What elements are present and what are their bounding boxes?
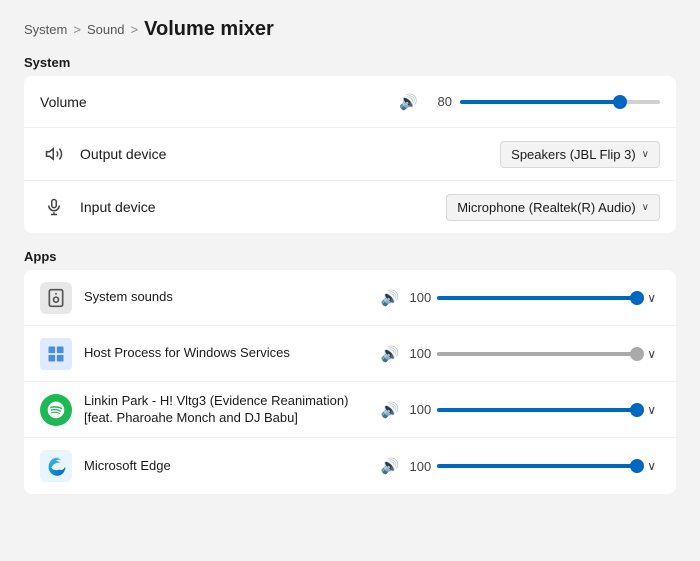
spotify-thumb[interactable] xyxy=(630,403,644,417)
input-device-chevron: ∨ xyxy=(642,202,649,213)
output-device-row: Output device Speakers (JBL Flip 3) ∨ xyxy=(24,128,676,181)
volume-thumb[interactable] xyxy=(613,95,627,109)
output-device-chevron: ∨ xyxy=(642,149,649,160)
output-device-label: Output device xyxy=(80,146,200,162)
breadcrumb: System > Sound > Volume mixer xyxy=(24,18,676,41)
spotify-track-name: Linkin Park - H! Vltg3 (Evidence Reanima… xyxy=(84,393,373,427)
edge-name: Microsoft Edge xyxy=(84,458,373,475)
volume-track[interactable] xyxy=(460,100,660,104)
output-device-icon xyxy=(40,140,68,168)
output-device-controls: Speakers (JBL Flip 3) ∨ xyxy=(500,141,660,168)
spotify-slider[interactable] xyxy=(437,408,637,412)
host-process-speaker-icon: 🔊 xyxy=(381,345,400,363)
app-row-system-sounds: System sounds 🔊 100 ∨ xyxy=(24,270,676,326)
app-row-spotify: Linkin Park - H! Vltg3 (Evidence Reanima… xyxy=(24,382,676,438)
system-sounds-slider[interactable] xyxy=(437,296,637,300)
volume-fill xyxy=(460,100,620,104)
volume-row: Volume 🔊 80 xyxy=(24,76,676,128)
breadcrumb-sep2: > xyxy=(131,22,139,37)
system-sounds-track[interactable] xyxy=(437,296,637,300)
system-section-label: System xyxy=(24,55,676,70)
spotify-track-line1: Linkin Park - H! Vltg3 (Evidence Reanima… xyxy=(84,393,348,408)
breadcrumb-sep1: > xyxy=(73,22,81,37)
host-process-expand[interactable]: ∨ xyxy=(643,345,660,363)
input-device-label: Input device xyxy=(80,199,200,215)
volume-controls: 🔊 80 xyxy=(399,93,660,111)
edge-volume: 100 xyxy=(405,459,431,474)
host-process-fill xyxy=(437,352,637,356)
breadcrumb-page: Volume mixer xyxy=(144,18,274,41)
system-sounds-icon xyxy=(40,282,72,314)
edge-icon xyxy=(40,450,72,482)
breadcrumb-system[interactable]: System xyxy=(24,22,67,37)
host-process-slider[interactable] xyxy=(437,352,637,356)
host-process-volume: 100 xyxy=(405,346,431,361)
spotify-fill xyxy=(437,408,637,412)
volume-speaker-icon: 🔊 xyxy=(399,93,418,111)
spotify-track[interactable] xyxy=(437,408,637,412)
edge-thumb[interactable] xyxy=(630,459,644,473)
edge-slider[interactable] xyxy=(437,464,637,468)
spotify-track-line2: [feat. Pharoahe Monch and DJ Babu] xyxy=(84,410,298,425)
output-device-value: Speakers (JBL Flip 3) xyxy=(511,147,636,162)
input-device-dropdown[interactable]: Microphone (Realtek(R) Audio) ∨ xyxy=(446,194,660,221)
volume-slider[interactable] xyxy=(460,100,660,104)
app-row-host-process: Host Process for Windows Services 🔊 100 … xyxy=(24,326,676,382)
system-section: System Volume 🔊 80 xyxy=(24,55,676,233)
apps-section-label: Apps xyxy=(24,249,676,264)
spotify-icon xyxy=(40,394,72,426)
spotify-volume: 100 xyxy=(405,402,431,417)
host-process-controls: 🔊 100 ∨ xyxy=(381,345,660,363)
spotify-speaker-icon: 🔊 xyxy=(381,401,400,419)
input-device-controls: Microphone (Realtek(R) Audio) ∨ xyxy=(446,194,660,221)
system-sounds-volume: 100 xyxy=(405,290,431,305)
system-sounds-thumb[interactable] xyxy=(630,291,644,305)
host-process-name: Host Process for Windows Services xyxy=(84,345,373,362)
input-device-value: Microphone (Realtek(R) Audio) xyxy=(457,200,635,215)
host-process-icon xyxy=(40,338,72,370)
host-process-track[interactable] xyxy=(437,352,637,356)
volume-label: Volume xyxy=(40,94,160,110)
edge-track[interactable] xyxy=(437,464,637,468)
system-sounds-name: System sounds xyxy=(84,289,373,306)
edge-fill xyxy=(437,464,637,468)
input-device-icon xyxy=(40,193,68,221)
apps-card: System sounds 🔊 100 ∨ xyxy=(24,270,676,494)
volume-value: 80 xyxy=(426,94,452,109)
spotify-expand[interactable]: ∨ xyxy=(643,401,660,419)
system-sounds-expand[interactable]: ∨ xyxy=(643,289,660,307)
apps-section: Apps System sounds 🔊 100 xyxy=(24,249,676,494)
system-card: Volume 🔊 80 Outpu xyxy=(24,76,676,233)
edge-expand[interactable]: ∨ xyxy=(643,457,660,475)
edge-controls: 🔊 100 ∨ xyxy=(381,457,660,475)
system-sounds-speaker-icon: 🔊 xyxy=(381,289,400,307)
edge-speaker-icon: 🔊 xyxy=(381,457,400,475)
host-process-thumb[interactable] xyxy=(630,347,644,361)
breadcrumb-sound[interactable]: Sound xyxy=(87,22,125,37)
spotify-controls: 🔊 100 ∨ xyxy=(381,401,660,419)
app-row-edge: Microsoft Edge 🔊 100 ∨ xyxy=(24,438,676,494)
input-device-row: Input device Microphone (Realtek(R) Audi… xyxy=(24,181,676,233)
system-sounds-controls: 🔊 100 ∨ xyxy=(381,289,660,307)
output-device-dropdown[interactable]: Speakers (JBL Flip 3) ∨ xyxy=(500,141,660,168)
system-sounds-fill xyxy=(437,296,637,300)
